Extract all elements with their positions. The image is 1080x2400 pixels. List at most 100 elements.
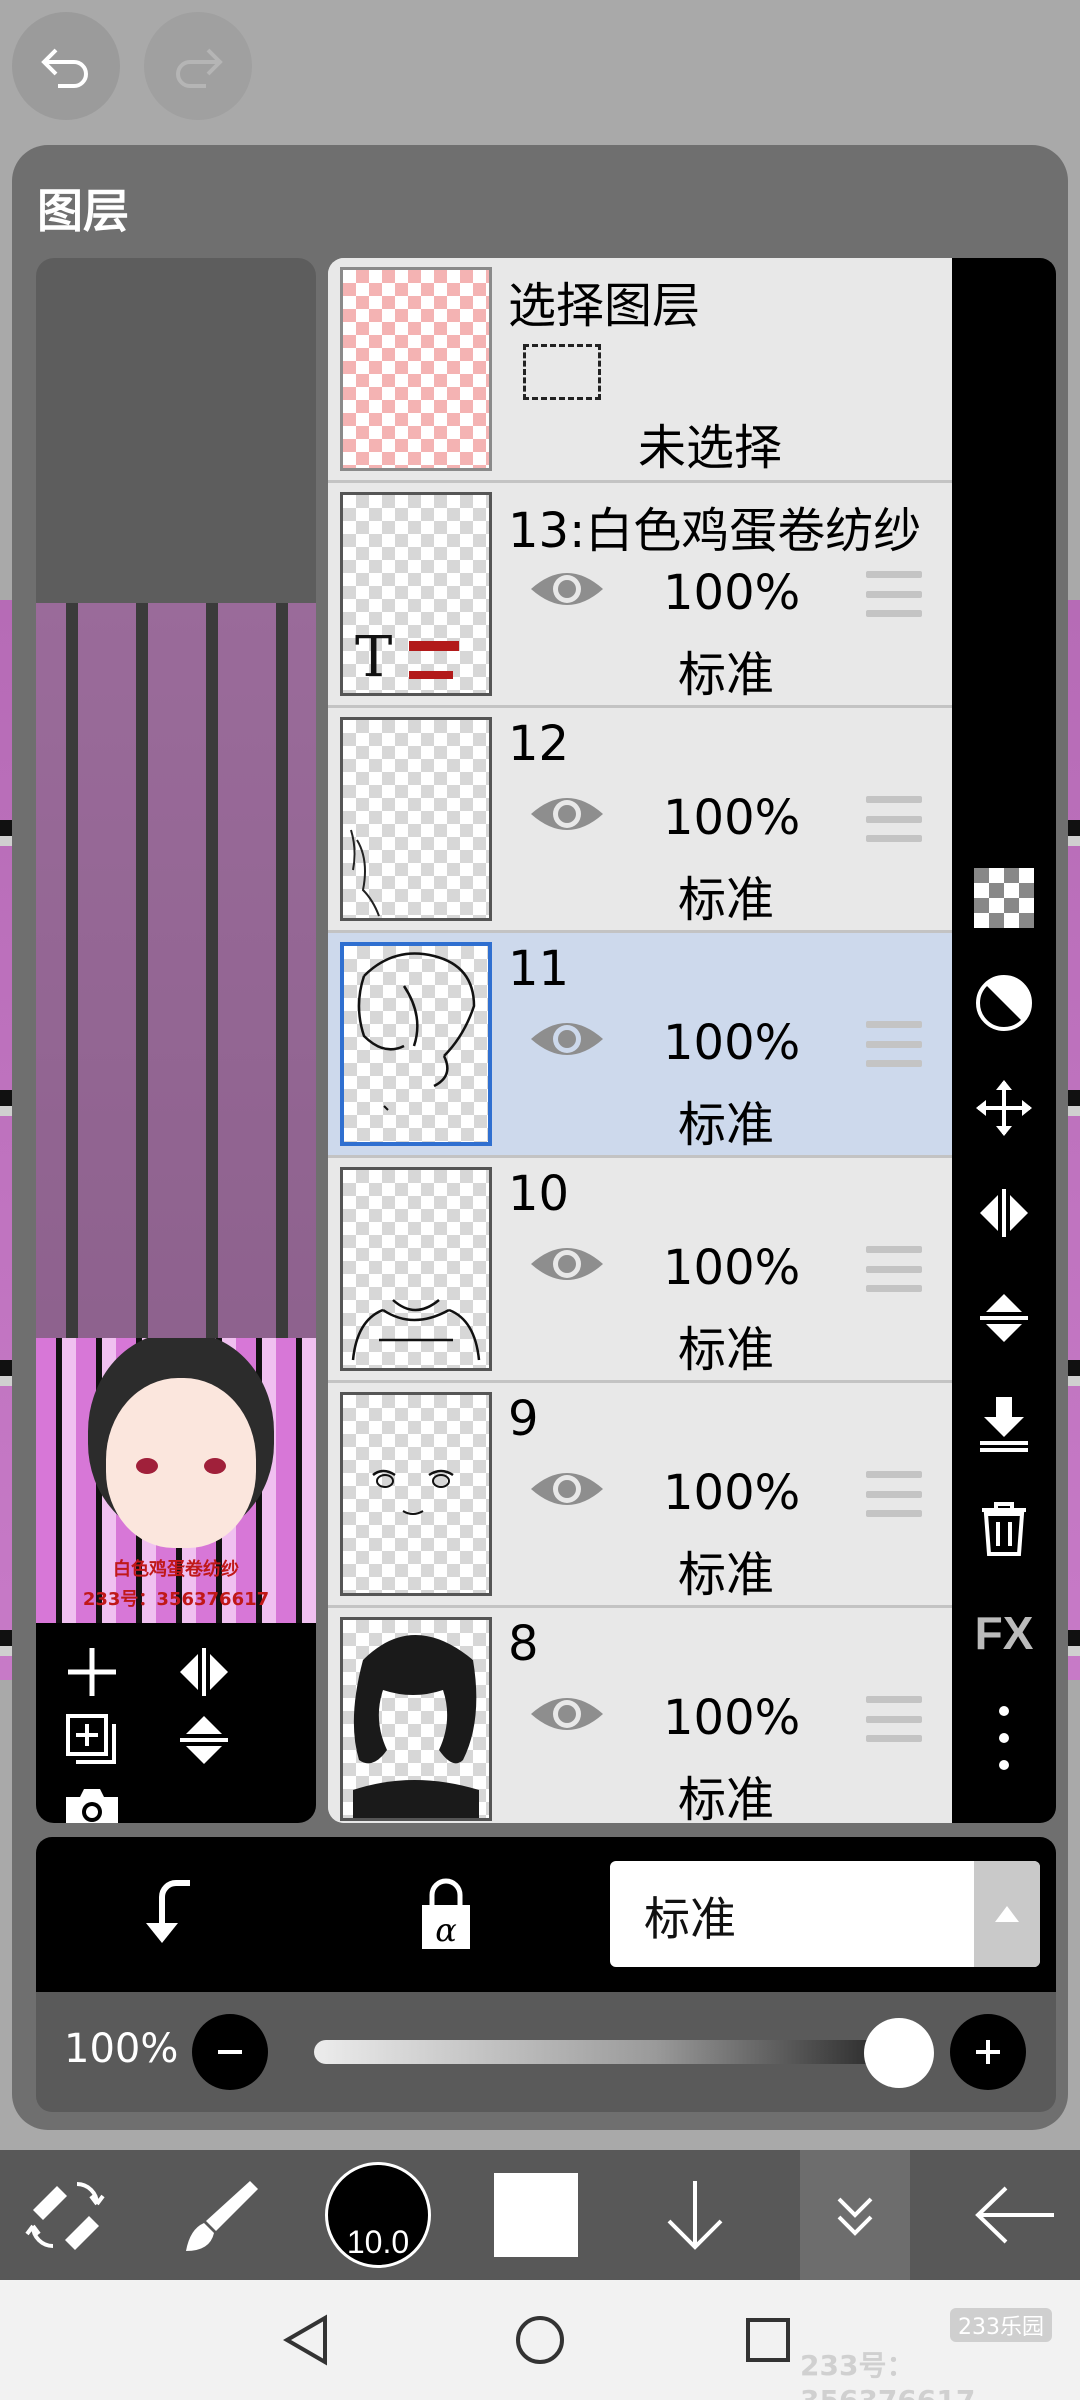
drag-handle-icon[interactable] bbox=[866, 1471, 922, 1517]
visibility-toggle[interactable] bbox=[528, 788, 606, 840]
redo-button[interactable] bbox=[144, 12, 252, 120]
layer-thumbnail bbox=[340, 717, 492, 921]
tool-select-button[interactable] bbox=[18, 2150, 118, 2280]
drag-handle-icon[interactable] bbox=[866, 796, 922, 842]
layer-blend-mode: 标准 bbox=[678, 1547, 775, 1603]
eye-icon bbox=[531, 1698, 603, 1730]
layer-row-selected[interactable]: 11 100% 标准 bbox=[328, 933, 952, 1158]
opacity-slider-track[interactable] bbox=[314, 2040, 934, 2064]
camera-button[interactable] bbox=[52, 1773, 132, 1823]
panel-title: 图层 bbox=[37, 184, 129, 238]
layer-down-button[interactable] bbox=[645, 2150, 745, 2280]
watermark-id: 233号：356376617 bbox=[800, 2349, 975, 2400]
duplicate-layer-button[interactable] bbox=[52, 1705, 132, 1775]
layer-name: 13:白色鸡蛋卷纺纱 bbox=[508, 503, 922, 559]
brush-icon bbox=[186, 2181, 258, 2251]
flip-horizontal-button[interactable] bbox=[164, 1637, 244, 1707]
selection-layer-title: 选择图层 bbox=[508, 278, 701, 334]
opacity-label: 100% bbox=[64, 2026, 179, 2072]
chevron-up-icon bbox=[974, 1861, 1040, 1967]
add-layer-button[interactable] bbox=[52, 1637, 132, 1707]
watermark-badge: 233乐园 bbox=[950, 2308, 1052, 2342]
eye-icon bbox=[531, 1023, 603, 1055]
clipping-button[interactable] bbox=[974, 973, 1034, 1033]
fx-button[interactable]: FX bbox=[974, 1603, 1034, 1663]
layer-blend-mode: 标准 bbox=[678, 1772, 775, 1823]
merge-down-button[interactable] bbox=[974, 1393, 1034, 1453]
duplicate-icon bbox=[66, 1714, 116, 1764]
layer-name: 8 bbox=[508, 1616, 539, 1672]
drag-handle-icon[interactable] bbox=[866, 1246, 922, 1292]
visibility-toggle[interactable] bbox=[528, 1688, 606, 1740]
move-button[interactable] bbox=[974, 1078, 1034, 1138]
layer-row[interactable]: T 13:白色鸡蛋卷纺纱 100% 标准 bbox=[328, 483, 952, 708]
color-button[interactable] bbox=[486, 2150, 586, 2280]
visibility-toggle[interactable] bbox=[528, 1238, 606, 1290]
svg-text:α: α bbox=[435, 1911, 457, 1949]
blend-mode-bar: α 标准 bbox=[36, 1837, 1056, 1992]
clip-arrow-icon bbox=[146, 1880, 190, 1943]
layers-panel-button[interactable] bbox=[800, 2150, 910, 2280]
drag-handle-icon[interactable] bbox=[866, 1021, 922, 1067]
layer-row[interactable]: 12 100% 标准 bbox=[328, 708, 952, 933]
drag-handle-icon[interactable] bbox=[866, 1696, 922, 1742]
layer-row[interactable]: 8 100% 标准 bbox=[328, 1608, 952, 1823]
layer-row[interactable]: 9 100% 标准 bbox=[328, 1383, 952, 1608]
clip-to-below-button[interactable] bbox=[136, 1875, 206, 1959]
layer-opacity: 100% bbox=[663, 1015, 801, 1071]
visibility-toggle[interactable] bbox=[528, 563, 606, 615]
preview-tools bbox=[36, 1623, 316, 1823]
merge-down-icon bbox=[980, 1397, 1028, 1452]
opacity-decrease-button[interactable] bbox=[192, 2014, 268, 2090]
nav-recents-button[interactable] bbox=[736, 2308, 800, 2372]
layer-name: 11 bbox=[508, 941, 570, 997]
layer-tools-bar: FX bbox=[952, 258, 1056, 1823]
more-options-button[interactable] bbox=[974, 1706, 1034, 1770]
flip-vertical-layer-button[interactable] bbox=[974, 1288, 1034, 1348]
double-chevron-down-icon bbox=[837, 2197, 873, 2236]
brush-tool-button[interactable] bbox=[170, 2150, 270, 2280]
canvas-preview: 白色鸡蛋卷纺纱 233号：356376617 bbox=[36, 258, 316, 1823]
checkerboard-icon bbox=[974, 868, 1034, 928]
layer-opacity-bar: 100% bbox=[36, 1992, 1056, 2112]
triangle-back-icon bbox=[283, 2314, 327, 2366]
layer-thumbnail bbox=[340, 942, 492, 1146]
eye-icon bbox=[531, 798, 603, 830]
layer-blend-mode: 标准 bbox=[678, 1322, 775, 1378]
layer-opacity: 100% bbox=[663, 1465, 801, 1521]
transparency-button[interactable] bbox=[974, 868, 1034, 928]
blend-mode-select[interactable]: 标准 bbox=[610, 1861, 1040, 1967]
preview-thumbnail[interactable]: 白色鸡蛋卷纺纱 233号：356376617 bbox=[36, 1338, 316, 1623]
alpha-lock-button[interactable]: α bbox=[416, 1875, 476, 1959]
selection-layer-row[interactable]: 选择图层 未选择 bbox=[328, 258, 952, 483]
selection-marquee-icon bbox=[523, 344, 601, 400]
flip-horizontal-layer-button[interactable] bbox=[974, 1183, 1034, 1243]
eye-icon bbox=[531, 1248, 603, 1280]
circle-home-icon bbox=[516, 2316, 564, 2364]
layer-list[interactable]: 选择图层 未选择 T 13:白色鸡蛋卷纺纱 100% 标准 12 100% 标准… bbox=[328, 258, 952, 1823]
arrow-left-icon bbox=[975, 2186, 1054, 2244]
eye-icon bbox=[531, 573, 603, 605]
layer-opacity: 100% bbox=[663, 790, 801, 846]
opacity-increase-button[interactable] bbox=[950, 2014, 1026, 2090]
brush-size-button[interactable]: 10.0 bbox=[318, 2150, 438, 2280]
layer-name: 9 bbox=[508, 1391, 539, 1447]
nav-back-button[interactable] bbox=[275, 2308, 339, 2372]
flip-vertical-icon bbox=[180, 1716, 228, 1764]
visibility-toggle[interactable] bbox=[528, 1463, 606, 1515]
visibility-toggle[interactable] bbox=[528, 1013, 606, 1065]
layer-blend-mode: 标准 bbox=[678, 647, 775, 703]
layer-row[interactable]: 10 100% 标准 bbox=[328, 1158, 952, 1383]
delete-layer-button[interactable] bbox=[974, 1498, 1034, 1558]
flip-horizontal-icon bbox=[180, 1648, 228, 1696]
drag-handle-icon[interactable] bbox=[866, 571, 922, 617]
undo-button[interactable] bbox=[12, 12, 120, 120]
eye-icon bbox=[531, 1473, 603, 1505]
back-button[interactable] bbox=[960, 2150, 1070, 2280]
nav-home-button[interactable] bbox=[508, 2308, 572, 2372]
blend-mode-value: 标准 bbox=[644, 1892, 736, 1946]
layer-thumbnail bbox=[340, 1392, 492, 1596]
more-vertical-icon bbox=[999, 1706, 1009, 1770]
flip-vertical-button[interactable] bbox=[164, 1705, 244, 1775]
opacity-slider-knob[interactable] bbox=[864, 2018, 934, 2088]
